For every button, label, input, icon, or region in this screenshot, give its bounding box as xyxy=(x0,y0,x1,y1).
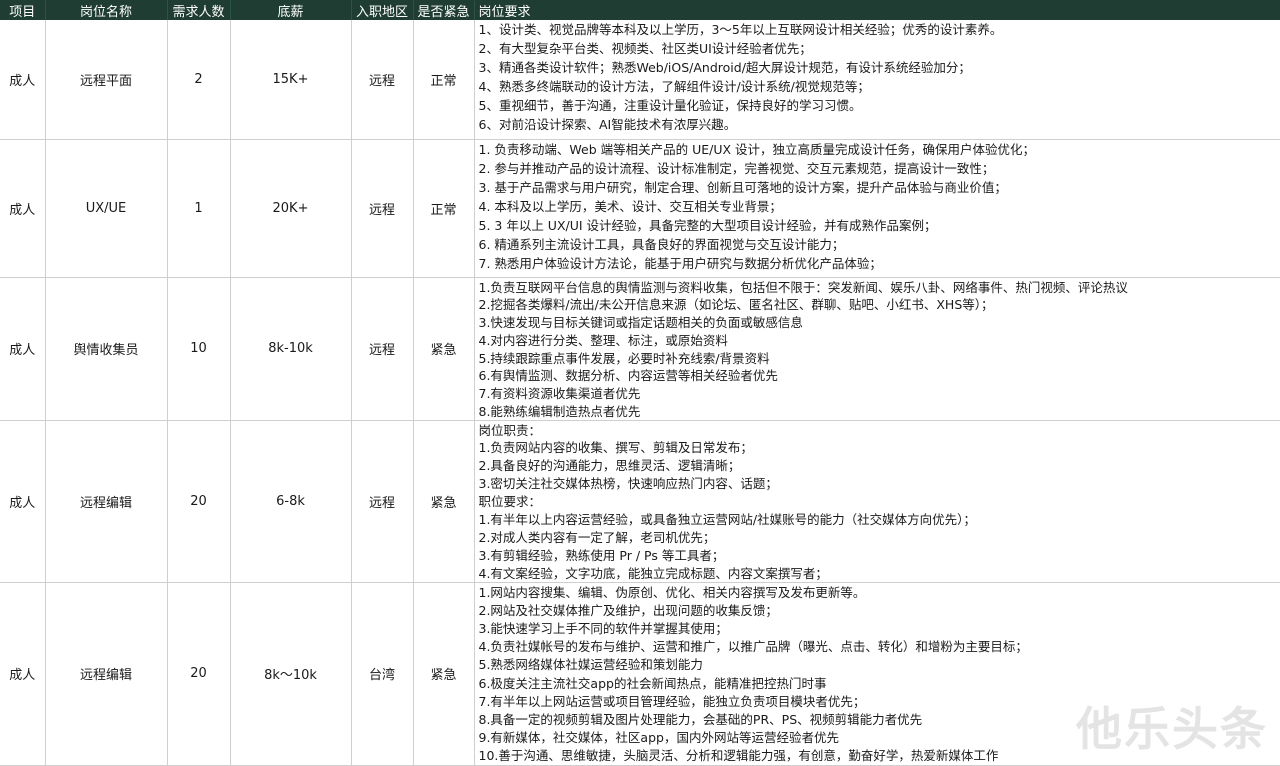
cell-title: 远程编辑 xyxy=(45,582,168,766)
header-project: 项目 xyxy=(0,0,46,20)
cell-region: 远程 xyxy=(351,420,414,583)
table-row: 成人 远程编辑 20 6-8k 远程 紧急 岗位职责： 1.负责网站内容的收集、撰写、剪辑及日… xyxy=(0,420,1280,583)
header-title: 岗位名称 xyxy=(45,0,168,20)
cell-title: UX/UE xyxy=(45,139,168,278)
requirement-line: 4. 本科及以上学历，美术、设计、交互相关专业背景； xyxy=(478,198,782,214)
cell-region: 台湾 xyxy=(351,582,414,766)
cell-count: 20 xyxy=(167,420,231,583)
requirement-line: 3.能快速学习上手不同的软件并掌握其使用； xyxy=(478,620,728,636)
requirement-line: 1.网站内容搜集、编辑、伪原创、优化、相关内容撰写及发布更新等。 xyxy=(478,584,866,600)
requirement-line: 3. 基于产品需求与用户研究，制定合理、创新且可落地的设计方案，提升产品体验与商… xyxy=(478,179,1007,195)
cell-region: 远程 xyxy=(351,20,414,140)
requirement-line: 1.有半年以上内容运营经验，或具备独立运营网站/社媒账号的能力（社交媒体方向优先… xyxy=(478,511,976,527)
requirement-line: 2.具备良好的沟通能力，思维灵活、逻辑清晰； xyxy=(478,458,741,474)
header-region: 入职地区 xyxy=(351,0,414,20)
cell-title: 远程平面 xyxy=(45,20,168,140)
cell-urgency: 正常 xyxy=(413,20,475,140)
requirement-line: 5.熟悉网络媒体社媒运营经验和策划能力 xyxy=(478,657,703,673)
cell-requirements: 岗位职责： 1.负责网站内容的收集、撰写、剪辑及日常发布； 2.具备良好的沟通能力，… xyxy=(474,420,1280,583)
requirement-line: 6. 精通系列主流设计工具，具备良好的界面视觉与交互设计能力； xyxy=(478,236,845,252)
cell-requirements: 1. 负责移动端、Web 端等相关产品的 UE/UX 设计，独立高质量完成设计任… xyxy=(474,139,1280,278)
requirement-line: 3.密切关注社交媒体热榜，快速响应热门内容、话题； xyxy=(478,476,778,492)
requirement-line: 职位要求： xyxy=(478,494,542,510)
cell-salary: 15K+ xyxy=(230,20,352,140)
header-count: 需求人数 xyxy=(167,0,231,20)
header-requirements: 岗位要求 xyxy=(474,0,1280,20)
requirement-line: 4.对内容进行分类、整理、标注，或原始资料 xyxy=(478,332,728,348)
requirement-line: 5、重视细节，善于沟通，注重设计量化验证，保持良好的学习习惯。 xyxy=(478,98,862,113)
requirement-line: 6.有舆情监测、数据分析、内容运营等相关经验者优先 xyxy=(478,368,778,384)
cell-requirements: 1.网站内容搜集、编辑、伪原创、优化、相关内容撰写及发布更新等。 2.网站及社交媒… xyxy=(474,582,1280,766)
requirement-line: 7.有资料资源收集渠道者优先 xyxy=(478,386,641,401)
cell-project: 成人 xyxy=(0,277,46,421)
cell-salary: 8k～10k xyxy=(230,582,352,766)
requirement-line: 8.能熟练编辑制造热点者优先 xyxy=(478,403,641,419)
requirement-line: 2、有大型复杂平台类、视频类、社区类UI设计经验者优先； xyxy=(478,41,812,56)
header-urgency: 是否紧急 xyxy=(413,0,475,20)
requirement-line: 1.负责互联网平台信息的舆情监测与资料收集，包括但不限于：突发新闻、娱乐八卦、网… xyxy=(478,279,1128,295)
cell-project: 成人 xyxy=(0,139,46,278)
requirement-line: 5.持续跟踪重点事件发展，必要时补充线索/背景资料 xyxy=(478,350,770,366)
requirement-line: 4.有文案经验，文字功底，能独立完成标题、内容文案撰写者； xyxy=(478,565,828,581)
requirement-line: 2.网站及社交媒体推广及维护，出现问题的收集反馈； xyxy=(478,602,778,618)
requirement-line: 10.善于沟通、思维敏捷，头脑灵活、分析和逻辑能力强，有创意，勤奋好学，热爱新媒… xyxy=(478,748,999,764)
requirement-line: 2. 参与并推动产品的设计流程、设计标准制定，完善视觉、交互元素规范，提高设计一… xyxy=(478,160,995,176)
requirement-line: 7. 熟悉用户体验设计方法论，能基于用户研究与数据分析优化产品体验； xyxy=(478,255,882,271)
requirement-line: 1、设计类、视觉品牌等本科及以上学历，3～5年以上互联网设计相关经验；优秀的设计… xyxy=(478,22,1003,37)
requirement-line: 5. 3 年以上 UX/UI 设计经验，具备完整的大型项目设计经验，并有成熟作品… xyxy=(478,217,937,233)
table-header: 项目 岗位名称 需求人数 底薪 入职地区 是否紧急 岗位要求 xyxy=(0,0,1280,20)
requirement-line: 1. 负责移动端、Web 端等相关产品的 UE/UX 设计，独立高质量完成设计任… xyxy=(478,141,1036,157)
header-salary: 底薪 xyxy=(230,0,352,20)
cell-urgency: 正常 xyxy=(413,139,475,278)
requirement-line: 4.负责社媒帐号的发布与维护、运营和推广，以推广品牌（曝光、点击、转化）和增粉为… xyxy=(478,639,1028,655)
cell-region: 远程 xyxy=(351,139,414,278)
cell-count: 20 xyxy=(167,582,231,766)
requirement-line: 6、对前沿设计探索、AI智能技术有浓厚兴趣。 xyxy=(478,117,737,132)
table-row: 成人 UX/UE 1 20K+ 远程 正常 1. 负责移动端、Web 端等相关产品的 UE/… xyxy=(0,139,1280,278)
cell-project: 成人 xyxy=(0,420,46,583)
cell-count: 2 xyxy=(167,20,231,140)
table-row: 成人 远程编辑 20 8k～10k 台湾 紧急 1.网站内容搜集、编辑、伪原创、优化、相关内… xyxy=(0,582,1280,766)
requirement-line: 6.极度关注主流社交app的社会新闻热点，能精准把控热门时事 xyxy=(478,675,827,691)
cell-title: 远程编辑 xyxy=(45,420,168,583)
table-row: 成人 远程平面 2 15K+ 远程 正常 1、设计类、视觉品牌等本科及以上学历，3～5年以上… xyxy=(0,20,1280,140)
cell-project: 成人 xyxy=(0,582,46,766)
cell-count: 10 xyxy=(167,277,231,421)
requirement-line: 3、精通各类设计软件；熟悉Web/iOS/Android/超大屏设计规范，有设计… xyxy=(478,60,971,75)
cell-project: 成人 xyxy=(0,20,46,140)
requirement-line: 3.有剪辑经验，熟练使用 Pr / Ps 等工具者； xyxy=(478,547,725,563)
cell-salary: 20K+ xyxy=(230,139,352,278)
requirement-line: 8.具备一定的视频剪辑及图片处理能力，会基础的PR、PS、视频剪辑能力者优先 xyxy=(478,711,923,727)
cell-count: 1 xyxy=(167,139,231,278)
cell-requirements: 1、设计类、视觉品牌等本科及以上学历，3～5年以上互联网设计相关经验；优秀的设计… xyxy=(474,20,1280,140)
requirement-line: 7.有半年以上网站运营或项目管理经验，能独立负责项目模块者优先； xyxy=(478,693,866,709)
requirement-line: 岗位职责： xyxy=(478,422,542,438)
requirement-line: 3.快速发现与目标关键词或指定话题相关的负面或敏感信息 xyxy=(478,315,803,330)
cell-salary: 6-8k xyxy=(230,420,352,583)
cell-region: 远程 xyxy=(351,277,414,421)
cell-urgency: 紧急 xyxy=(413,420,475,583)
cell-requirements: 1.负责互联网平台信息的舆情监测与资料收集，包括但不限于：突发新闻、娱乐八卦、网… xyxy=(474,277,1280,421)
table-row: 成人 舆情收集员 10 8k-10k 远程 紧急 1.负责互联网平台信息的舆情监测与资料收集… xyxy=(0,277,1280,421)
requirement-line: 2.对成人类内容有一定了解，老司机优先； xyxy=(478,529,716,545)
requirement-line: 2.挖掘各类爆料/流出/未公开信息来源（如论坛、匿名社区、群聊、贴吧、小红书、X… xyxy=(478,297,994,313)
cell-urgency: 紧急 xyxy=(413,277,475,421)
cell-urgency: 紧急 xyxy=(413,582,475,766)
requirement-line: 9.有新媒体，社交媒体，社区app，国内外网站等运营经验者优先 xyxy=(478,730,839,746)
job-table: 项目 岗位名称 需求人数 底薪 入职地区 是否紧急 岗位要求 成人 远程平面 2 15… xyxy=(0,0,1280,766)
cell-salary: 8k-10k xyxy=(230,277,352,421)
cell-title: 舆情收集员 xyxy=(45,277,168,421)
requirement-line: 1.负责网站内容的收集、撰写、剪辑及日常发布； xyxy=(478,440,753,456)
requirement-line: 4、熟悉多终端联动的设计方法，了解组件设计/设计系统/视觉规范等； xyxy=(478,79,870,94)
